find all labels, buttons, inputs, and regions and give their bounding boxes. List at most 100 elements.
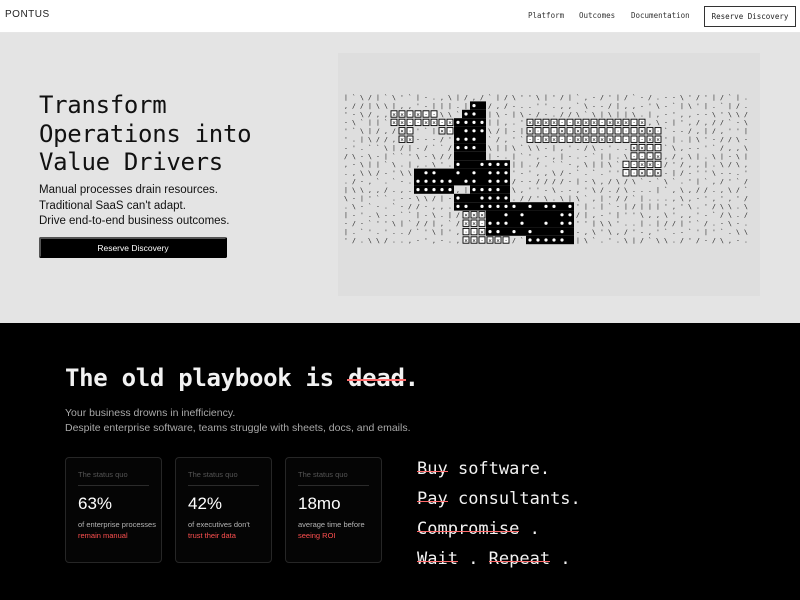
svg-text:×: × bbox=[592, 137, 596, 144]
svg-text:-: - bbox=[352, 211, 356, 219]
svg-text:\: \ bbox=[344, 194, 348, 202]
svg-text:·: · bbox=[504, 237, 508, 244]
svg-text:`: ` bbox=[664, 228, 668, 236]
svg-text:-: - bbox=[384, 211, 388, 219]
svg-text:.: . bbox=[592, 203, 596, 211]
svg-text:|: | bbox=[360, 194, 364, 202]
svg-text:\: \ bbox=[664, 211, 668, 219]
svg-text:/: / bbox=[544, 178, 548, 186]
svg-text:-: - bbox=[568, 178, 572, 186]
svg-text:\: \ bbox=[712, 152, 716, 160]
svg-text:\: \ bbox=[632, 178, 636, 186]
svg-text:,: , bbox=[576, 161, 580, 169]
stat-desc-highlight: trust their data bbox=[188, 531, 236, 540]
svg-text:\: \ bbox=[624, 236, 628, 244]
playbook-rest: . bbox=[519, 519, 540, 539]
nav-link-outcomes[interactable]: Outcomes bbox=[579, 11, 615, 20]
svg-text:\: \ bbox=[608, 228, 612, 236]
svg-text:\: \ bbox=[368, 169, 372, 177]
svg-text:`: ` bbox=[592, 169, 596, 177]
svg-text:-: - bbox=[584, 152, 588, 160]
svg-text:': ' bbox=[736, 194, 740, 202]
svg-text:.: . bbox=[344, 169, 348, 177]
svg-text:': ' bbox=[704, 136, 708, 144]
svg-text:×: × bbox=[448, 120, 452, 127]
svg-text:×: × bbox=[608, 137, 612, 144]
stat-value: 18mo bbox=[298, 494, 341, 513]
svg-text:': ' bbox=[624, 211, 628, 219]
svg-text:·: · bbox=[608, 128, 612, 135]
svg-text:|: | bbox=[616, 94, 620, 102]
svg-text:\: \ bbox=[600, 220, 604, 228]
svg-text:.: . bbox=[448, 203, 452, 211]
svg-text:-: - bbox=[432, 136, 436, 144]
svg-text:`: ` bbox=[368, 220, 372, 228]
svg-text:-: - bbox=[424, 203, 428, 211]
svg-text:': ' bbox=[416, 127, 420, 135]
nav-link-documentation[interactable]: Documentation bbox=[631, 11, 690, 20]
stat-label: The status quo bbox=[298, 470, 348, 479]
svg-text:|: | bbox=[560, 152, 564, 160]
svg-text:-: - bbox=[576, 228, 580, 236]
svg-text:-: - bbox=[416, 136, 420, 144]
svg-text:.: . bbox=[712, 161, 716, 169]
svg-text:,: , bbox=[720, 186, 724, 194]
svg-text:,: , bbox=[520, 186, 524, 194]
svg-text:/: / bbox=[448, 144, 452, 152]
playbook-rest: . bbox=[457, 549, 489, 569]
svg-text:.: . bbox=[584, 169, 588, 177]
svg-text:-: - bbox=[584, 178, 588, 186]
problem-title: The old playbook is dead. bbox=[65, 364, 419, 392]
svg-text:/: / bbox=[456, 220, 460, 228]
svg-text:`: ` bbox=[384, 194, 388, 202]
nav-link-platform[interactable]: Platform bbox=[528, 11, 564, 20]
svg-text:|: | bbox=[632, 236, 636, 244]
svg-text:': ' bbox=[696, 228, 700, 236]
svg-text:.: . bbox=[744, 102, 748, 110]
svg-text:|: | bbox=[416, 94, 420, 102]
svg-text:/: / bbox=[448, 152, 452, 160]
svg-text:-: - bbox=[408, 194, 412, 202]
svg-text:.: . bbox=[360, 144, 364, 152]
svg-text:\: \ bbox=[360, 186, 364, 194]
brand-logo[interactable]: PONTUS bbox=[5, 9, 50, 20]
svg-text:×: × bbox=[640, 170, 644, 177]
svg-text:': ' bbox=[400, 94, 404, 102]
reserve-discovery-nav-button[interactable]: Reserve Discovery bbox=[704, 6, 796, 27]
reserve-discovery-hero-button[interactable]: Reserve Discovery bbox=[39, 237, 227, 258]
svg-text:': ' bbox=[704, 94, 708, 102]
svg-text:`: ` bbox=[664, 186, 668, 194]
svg-text:×: × bbox=[528, 120, 532, 127]
svg-text:|: | bbox=[592, 220, 596, 228]
stat-card-manual: The status quo 63% of enterprise process… bbox=[65, 457, 162, 563]
svg-text:\: \ bbox=[736, 136, 740, 144]
svg-text:×: × bbox=[392, 120, 396, 127]
svg-text:|: | bbox=[488, 110, 492, 118]
svg-text:`: ` bbox=[584, 110, 588, 118]
svg-text:': ' bbox=[512, 136, 516, 144]
svg-text:\: \ bbox=[416, 194, 420, 202]
svg-text:|: | bbox=[568, 194, 572, 202]
svg-text:/: / bbox=[352, 236, 356, 244]
svg-text:×: × bbox=[488, 237, 492, 244]
svg-text:|: | bbox=[600, 110, 604, 118]
svg-text:/: / bbox=[440, 152, 444, 160]
svg-text:|: | bbox=[640, 194, 644, 202]
svg-text:': ' bbox=[608, 194, 612, 202]
svg-text:·: · bbox=[624, 137, 628, 144]
svg-text:/: / bbox=[720, 94, 724, 102]
svg-text:×: × bbox=[648, 137, 652, 144]
svg-text:/: / bbox=[512, 236, 516, 244]
svg-text:×: × bbox=[624, 120, 628, 127]
svg-text:.: . bbox=[560, 186, 564, 194]
svg-text:.: . bbox=[664, 194, 668, 202]
playbook-struck-word: Pay bbox=[417, 484, 448, 514]
svg-text:|: | bbox=[656, 186, 660, 194]
svg-text:|: | bbox=[648, 110, 652, 118]
svg-text:·: · bbox=[544, 128, 548, 135]
svg-text:\: \ bbox=[736, 228, 740, 236]
svg-text:/: / bbox=[528, 194, 532, 202]
problem-subtitle-line: Your business drowns in inefficiency. bbox=[65, 407, 236, 419]
svg-text:,: , bbox=[728, 144, 732, 152]
svg-text:,: , bbox=[728, 236, 732, 244]
